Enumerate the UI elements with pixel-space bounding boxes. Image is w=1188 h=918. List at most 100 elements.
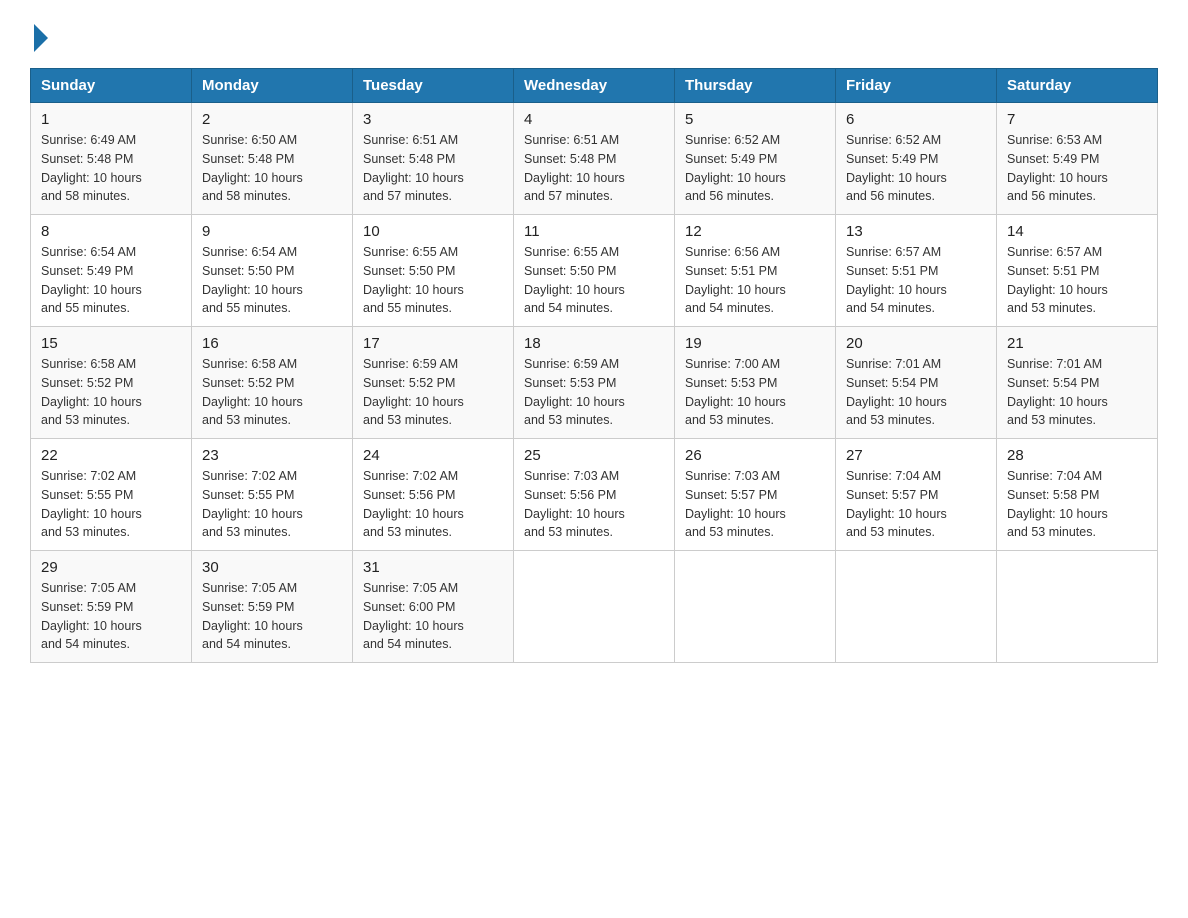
day-info: Sunrise: 6:55 AMSunset: 5:50 PMDaylight:… [363, 243, 503, 318]
day-info: Sunrise: 6:56 AMSunset: 5:51 PMDaylight:… [685, 243, 825, 318]
day-info: Sunrise: 6:57 AMSunset: 5:51 PMDaylight:… [1007, 243, 1147, 318]
day-number: 18 [524, 335, 664, 352]
day-number: 21 [1007, 335, 1147, 352]
weekday-row: SundayMondayTuesdayWednesdayThursdayFrid… [31, 69, 1158, 103]
day-info: Sunrise: 6:52 AMSunset: 5:49 PMDaylight:… [846, 131, 986, 206]
day-info: Sunrise: 7:05 AMSunset: 5:59 PMDaylight:… [202, 579, 342, 654]
day-info: Sunrise: 6:55 AMSunset: 5:50 PMDaylight:… [524, 243, 664, 318]
calendar-cell: 19Sunrise: 7:00 AMSunset: 5:53 PMDayligh… [675, 327, 836, 439]
day-info: Sunrise: 6:59 AMSunset: 5:52 PMDaylight:… [363, 355, 503, 430]
day-info: Sunrise: 7:04 AMSunset: 5:57 PMDaylight:… [846, 467, 986, 542]
day-info: Sunrise: 6:58 AMSunset: 5:52 PMDaylight:… [41, 355, 181, 430]
calendar-week-row: 22 Sunrise: 7:02 AMSunset: 5:55 PMDayligh… [31, 439, 1158, 551]
weekday-header-wednesday: Wednesday [514, 69, 675, 103]
day-number: 30 [202, 559, 342, 576]
day-info: Sunrise: 7:02 AMSunset: 5:55 PMDaylight:… [41, 467, 181, 542]
calendar-cell: 4 Sunrise: 6:51 AMSunset: 5:48 PMDaylight… [514, 103, 675, 215]
day-number: 14 [1007, 223, 1147, 240]
page-header [30, 20, 1158, 48]
calendar-cell: 10 Sunrise: 6:55 AMSunset: 5:50 PMDayligh… [353, 215, 514, 327]
day-number: 10 [363, 223, 503, 240]
calendar-cell: 3 Sunrise: 6:51 AMSunset: 5:48 PMDaylight… [353, 103, 514, 215]
day-info: Sunrise: 7:02 AMSunset: 5:56 PMDaylight:… [363, 467, 503, 542]
calendar-cell [675, 551, 836, 663]
day-number: 13 [846, 223, 986, 240]
day-number: 11 [524, 223, 664, 240]
day-number: 16 [202, 335, 342, 352]
weekday-header-thursday: Thursday [675, 69, 836, 103]
day-info: Sunrise: 7:01 AMSunset: 5:54 PMDaylight:… [846, 355, 986, 430]
day-info: Sunrise: 6:49 AMSunset: 5:48 PMDaylight:… [41, 131, 181, 206]
day-info: Sunrise: 6:54 AMSunset: 5:50 PMDaylight:… [202, 243, 342, 318]
day-info: Sunrise: 7:05 AMSunset: 5:59 PMDaylight:… [41, 579, 181, 654]
day-number: 26 [685, 447, 825, 464]
calendar-cell: 1Sunrise: 6:49 AMSunset: 5:48 PMDaylight… [31, 103, 192, 215]
logo [30, 20, 48, 48]
calendar-cell: 20 Sunrise: 7:01 AMSunset: 5:54 PMDayligh… [836, 327, 997, 439]
calendar-cell: 18 Sunrise: 6:59 AMSunset: 5:53 PMDayligh… [514, 327, 675, 439]
calendar-cell: 7Sunrise: 6:53 AMSunset: 5:49 PMDaylight… [997, 103, 1158, 215]
calendar-cell: 13 Sunrise: 6:57 AMSunset: 5:51 PMDayligh… [836, 215, 997, 327]
calendar-cell: 28 Sunrise: 7:04 AMSunset: 5:58 PMDayligh… [997, 439, 1158, 551]
day-info: Sunrise: 7:03 AMSunset: 5:57 PMDaylight:… [685, 467, 825, 542]
calendar-cell [997, 551, 1158, 663]
day-number: 6 [846, 111, 986, 128]
day-info: Sunrise: 6:52 AMSunset: 5:49 PMDaylight:… [685, 131, 825, 206]
day-number: 28 [1007, 447, 1147, 464]
day-number: 27 [846, 447, 986, 464]
day-number: 8 [41, 223, 181, 240]
calendar-cell: 2Sunrise: 6:50 AMSunset: 5:48 PMDaylight… [192, 103, 353, 215]
day-info: Sunrise: 6:57 AMSunset: 5:51 PMDaylight:… [846, 243, 986, 318]
calendar-cell: 31 Sunrise: 7:05 AMSunset: 6:00 PMDayligh… [353, 551, 514, 663]
calendar-cell: 24 Sunrise: 7:02 AMSunset: 5:56 PMDayligh… [353, 439, 514, 551]
calendar-cell: 30 Sunrise: 7:05 AMSunset: 5:59 PMDayligh… [192, 551, 353, 663]
day-number: 7 [1007, 111, 1147, 128]
calendar-cell: 17 Sunrise: 6:59 AMSunset: 5:52 PMDayligh… [353, 327, 514, 439]
calendar-cell: 27 Sunrise: 7:04 AMSunset: 5:57 PMDayligh… [836, 439, 997, 551]
calendar-cell: 25Sunrise: 7:03 AMSunset: 5:56 PMDayligh… [514, 439, 675, 551]
weekday-header-tuesday: Tuesday [353, 69, 514, 103]
calendar-cell [514, 551, 675, 663]
day-info: Sunrise: 7:00 AMSunset: 5:53 PMDaylight:… [685, 355, 825, 430]
day-info: Sunrise: 6:54 AMSunset: 5:49 PMDaylight:… [41, 243, 181, 318]
calendar-cell: 5Sunrise: 6:52 AMSunset: 5:49 PMDaylight… [675, 103, 836, 215]
day-info: Sunrise: 6:50 AMSunset: 5:48 PMDaylight:… [202, 131, 342, 206]
day-info: Sunrise: 7:04 AMSunset: 5:58 PMDaylight:… [1007, 467, 1147, 542]
calendar-week-row: 15 Sunrise: 6:58 AMSunset: 5:52 PMDayligh… [31, 327, 1158, 439]
calendar-cell: 9Sunrise: 6:54 AMSunset: 5:50 PMDaylight… [192, 215, 353, 327]
calendar-cell [836, 551, 997, 663]
day-number: 3 [363, 111, 503, 128]
day-info: Sunrise: 7:02 AMSunset: 5:55 PMDaylight:… [202, 467, 342, 542]
weekday-header-friday: Friday [836, 69, 997, 103]
calendar-table: SundayMondayTuesdayWednesdayThursdayFrid… [30, 68, 1158, 663]
calendar-cell: 22 Sunrise: 7:02 AMSunset: 5:55 PMDayligh… [31, 439, 192, 551]
day-number: 31 [363, 559, 503, 576]
weekday-header-sunday: Sunday [31, 69, 192, 103]
calendar-cell: 14 Sunrise: 6:57 AMSunset: 5:51 PMDayligh… [997, 215, 1158, 327]
day-info: Sunrise: 7:05 AMSunset: 6:00 PMDaylight:… [363, 579, 503, 654]
calendar-cell: 6 Sunrise: 6:52 AMSunset: 5:49 PMDaylight… [836, 103, 997, 215]
day-info: Sunrise: 6:51 AMSunset: 5:48 PMDaylight:… [363, 131, 503, 206]
day-number: 4 [524, 111, 664, 128]
calendar-cell: 16 Sunrise: 6:58 AMSunset: 5:52 PMDayligh… [192, 327, 353, 439]
calendar-body: 1Sunrise: 6:49 AMSunset: 5:48 PMDaylight… [31, 103, 1158, 663]
day-number: 12 [685, 223, 825, 240]
calendar-week-row: 8 Sunrise: 6:54 AMSunset: 5:49 PMDaylight… [31, 215, 1158, 327]
day-number: 20 [846, 335, 986, 352]
day-number: 15 [41, 335, 181, 352]
logo-top [30, 20, 48, 52]
calendar-cell: 12 Sunrise: 6:56 AMSunset: 5:51 PMDayligh… [675, 215, 836, 327]
day-number: 22 [41, 447, 181, 464]
day-number: 24 [363, 447, 503, 464]
calendar-cell: 26 Sunrise: 7:03 AMSunset: 5:57 PMDayligh… [675, 439, 836, 551]
calendar-cell: 8 Sunrise: 6:54 AMSunset: 5:49 PMDaylight… [31, 215, 192, 327]
calendar-cell: 15 Sunrise: 6:58 AMSunset: 5:52 PMDayligh… [31, 327, 192, 439]
day-info: Sunrise: 6:51 AMSunset: 5:48 PMDaylight:… [524, 131, 664, 206]
day-info: Sunrise: 6:59 AMSunset: 5:53 PMDaylight:… [524, 355, 664, 430]
weekday-header-saturday: Saturday [997, 69, 1158, 103]
calendar-cell: 21 Sunrise: 7:01 AMSunset: 5:54 PMDayligh… [997, 327, 1158, 439]
day-number: 17 [363, 335, 503, 352]
day-info: Sunrise: 6:58 AMSunset: 5:52 PMDaylight:… [202, 355, 342, 430]
calendar-cell: 23Sunrise: 7:02 AMSunset: 5:55 PMDayligh… [192, 439, 353, 551]
day-info: Sunrise: 7:01 AMSunset: 5:54 PMDaylight:… [1007, 355, 1147, 430]
